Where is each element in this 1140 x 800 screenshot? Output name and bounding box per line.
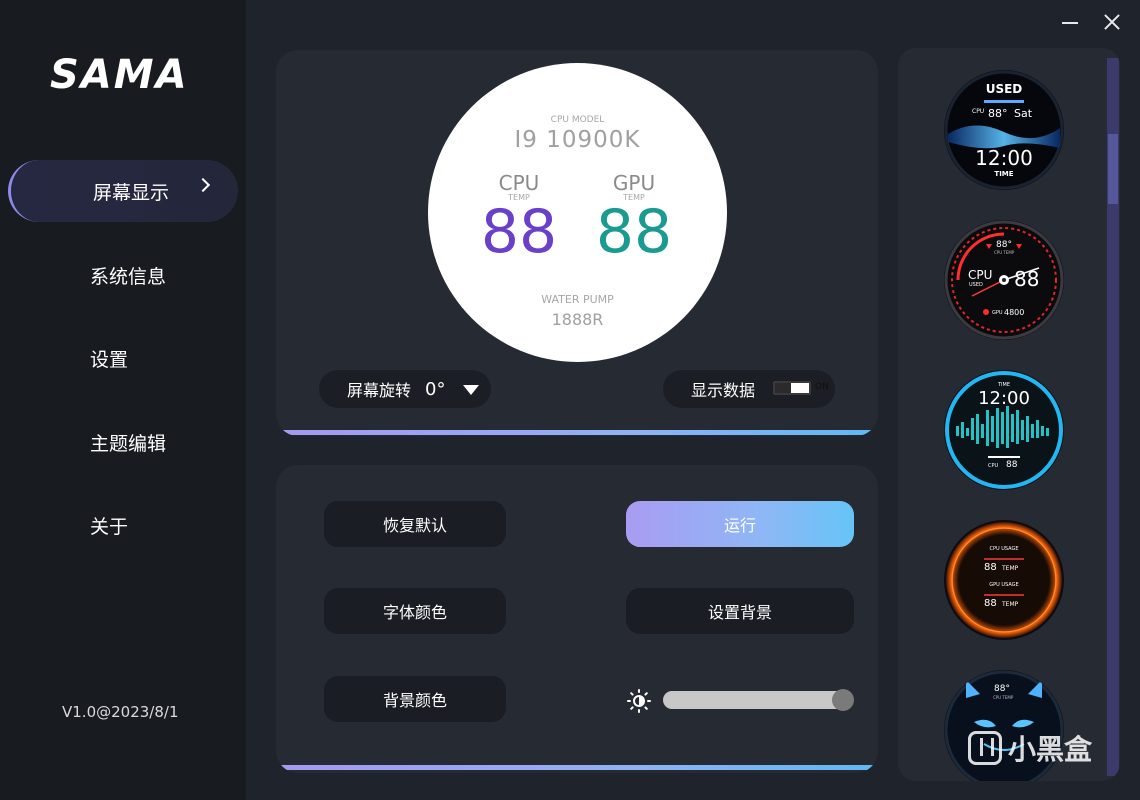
theme-2-value: 88 [1014,267,1040,291]
accent-bar [276,765,878,770]
gpu-label: GPU [612,171,656,195]
theme-3-value: 88 [1006,460,1018,470]
brightness-slider[interactable] [663,689,854,711]
sidebar-item-settings[interactable]: 设置 [8,327,238,389]
cpu-temp-block: CPU TEMP 88 [464,171,574,267]
theme-4-cpu-usage: CPU USAGE [989,546,1019,552]
sidebar-item-label: 关于 [90,515,129,538]
sidebar-item-screen-display[interactable]: 屏幕显示 [8,160,238,222]
sidebar-item-system-info[interactable]: 系统信息 [8,244,238,306]
brightness-slider-thumb[interactable] [832,689,854,711]
theme-3-time: 12:00 [978,388,1030,409]
show-data-label: 显示数据 [691,381,756,400]
theme-1-temp: 88° [988,107,1008,120]
theme-3-cpu: CPU [988,463,999,469]
theme-1-day: Sat [1014,107,1033,120]
sidebar-item-theme-editor[interactable]: 主题编辑 [8,411,238,473]
minimize-icon [1062,22,1078,24]
sidebar-item-label: 屏幕显示 [93,181,170,204]
watermark-logo-icon [968,731,1002,765]
run-button[interactable]: 运行 [626,501,854,547]
font-color-button[interactable]: 字体颜色 [324,588,506,634]
screen-rotation-dropdown[interactable]: 屏幕旋转 0° [319,370,491,408]
theme-1-cpu: CPU [972,108,985,115]
theme-4-art [946,522,1062,638]
water-pump-label: WATER PUMP [541,293,614,306]
sidebar-item-label: 主题编辑 [90,432,167,455]
theme-2-art [944,220,1064,340]
set-background-button[interactable]: 设置背景 [626,588,854,634]
sidebar-item-label: 设置 [90,348,129,371]
toggle-knob [775,383,791,393]
theme-2-rpm: 4800 [1004,308,1025,317]
show-data-control: 显示数据 ON [663,370,835,408]
restore-default-button[interactable]: 恢复默认 [324,501,506,547]
theme-2-top: 88° [996,240,1012,250]
chevron-right-icon [195,177,211,193]
version-label: V1.0@2023/8/1 [62,703,179,721]
theme-4-value-1: 88 [984,562,997,573]
theme-2-top-sub: CPU TEMP [994,250,1015,255]
cpu-model-label: CPU MODEL [550,115,605,125]
dropdown-arrow-icon [463,385,479,395]
cpu-model-value: I9 10900K [514,127,641,153]
cpu-temp-value: 88 [480,197,558,267]
watermark-text: 小黑盒 [1008,733,1093,766]
theme-5-value: 88° [994,684,1010,694]
water-pump-value: 1888R [551,310,604,329]
actions-panel: 恢复默认 运行 字体颜色 设置背景 背景颜色 [276,465,878,773]
screen-rotation-label: 屏幕旋转 [347,381,412,400]
theme-thumbnail-2[interactable]: 88° CPU TEMP CPU USED 88 GPU 4800 [944,220,1064,340]
theme-2-used: USED [969,282,983,288]
theme-1-time-label: TIME [994,170,1014,178]
theme-thumbnail-1[interactable]: USED CPU 88° Sat 12:00 TIME [944,70,1064,190]
theme-4-temp-1: TEMP [1002,565,1019,572]
background-color-button[interactable]: 背景颜色 [324,676,506,722]
theme-4-gpu-usage: GPU USAGE [989,582,1019,588]
gpu-temp-value: 88 [595,197,673,267]
theme-2-gpu: GPU [992,310,1003,316]
app-logo: SAMA [50,52,189,98]
theme-list: USED CPU 88° Sat 12:00 TIME 88° CPU TEMP… [898,48,1120,781]
theme-1-used: USED [985,82,1023,96]
theme-5-sub: CPU TEMP [993,695,1014,700]
show-data-toggle[interactable] [773,381,811,395]
sidebar: SAMA 屏幕显示 系统信息 设置 主题编辑 关于 V1.0@2023/8/1 [0,0,246,800]
theme-4-temp-2: TEMP [1002,601,1019,608]
watermark: 小黑盒 [968,728,1092,768]
gpu-temp-block: GPU TEMP 88 [579,171,689,267]
theme-thumbnail-4[interactable]: CPU USAGE 88 TEMP GPU USAGE 88 TEMP [944,520,1064,640]
toggle-on-label: ON [815,382,829,392]
theme-1-time: 12:00 [975,146,1033,170]
preview-panel: CPU MODEL I9 10900K CPU TEMP 88 GPU TEMP… [276,50,878,436]
close-button[interactable] [1098,8,1126,36]
screen-rotation-value: 0° [425,378,446,400]
theme-thumbnail-3[interactable]: TIME 12:00 CPU 88 [944,370,1064,490]
cpu-label: CPU [498,171,540,195]
brightness-icon [627,689,651,713]
theme-list-scrollbar-thumb[interactable] [1108,134,1118,204]
screen-preview: CPU MODEL I9 10900K CPU TEMP 88 GPU TEMP… [428,63,727,362]
accent-bar [276,430,878,435]
sidebar-item-label: 系统信息 [90,265,167,288]
sidebar-item-about[interactable]: 关于 [8,494,238,556]
minimize-button[interactable] [1056,8,1084,36]
theme-2-cpu: CPU [968,268,993,282]
theme-4-value-2: 88 [984,598,997,609]
